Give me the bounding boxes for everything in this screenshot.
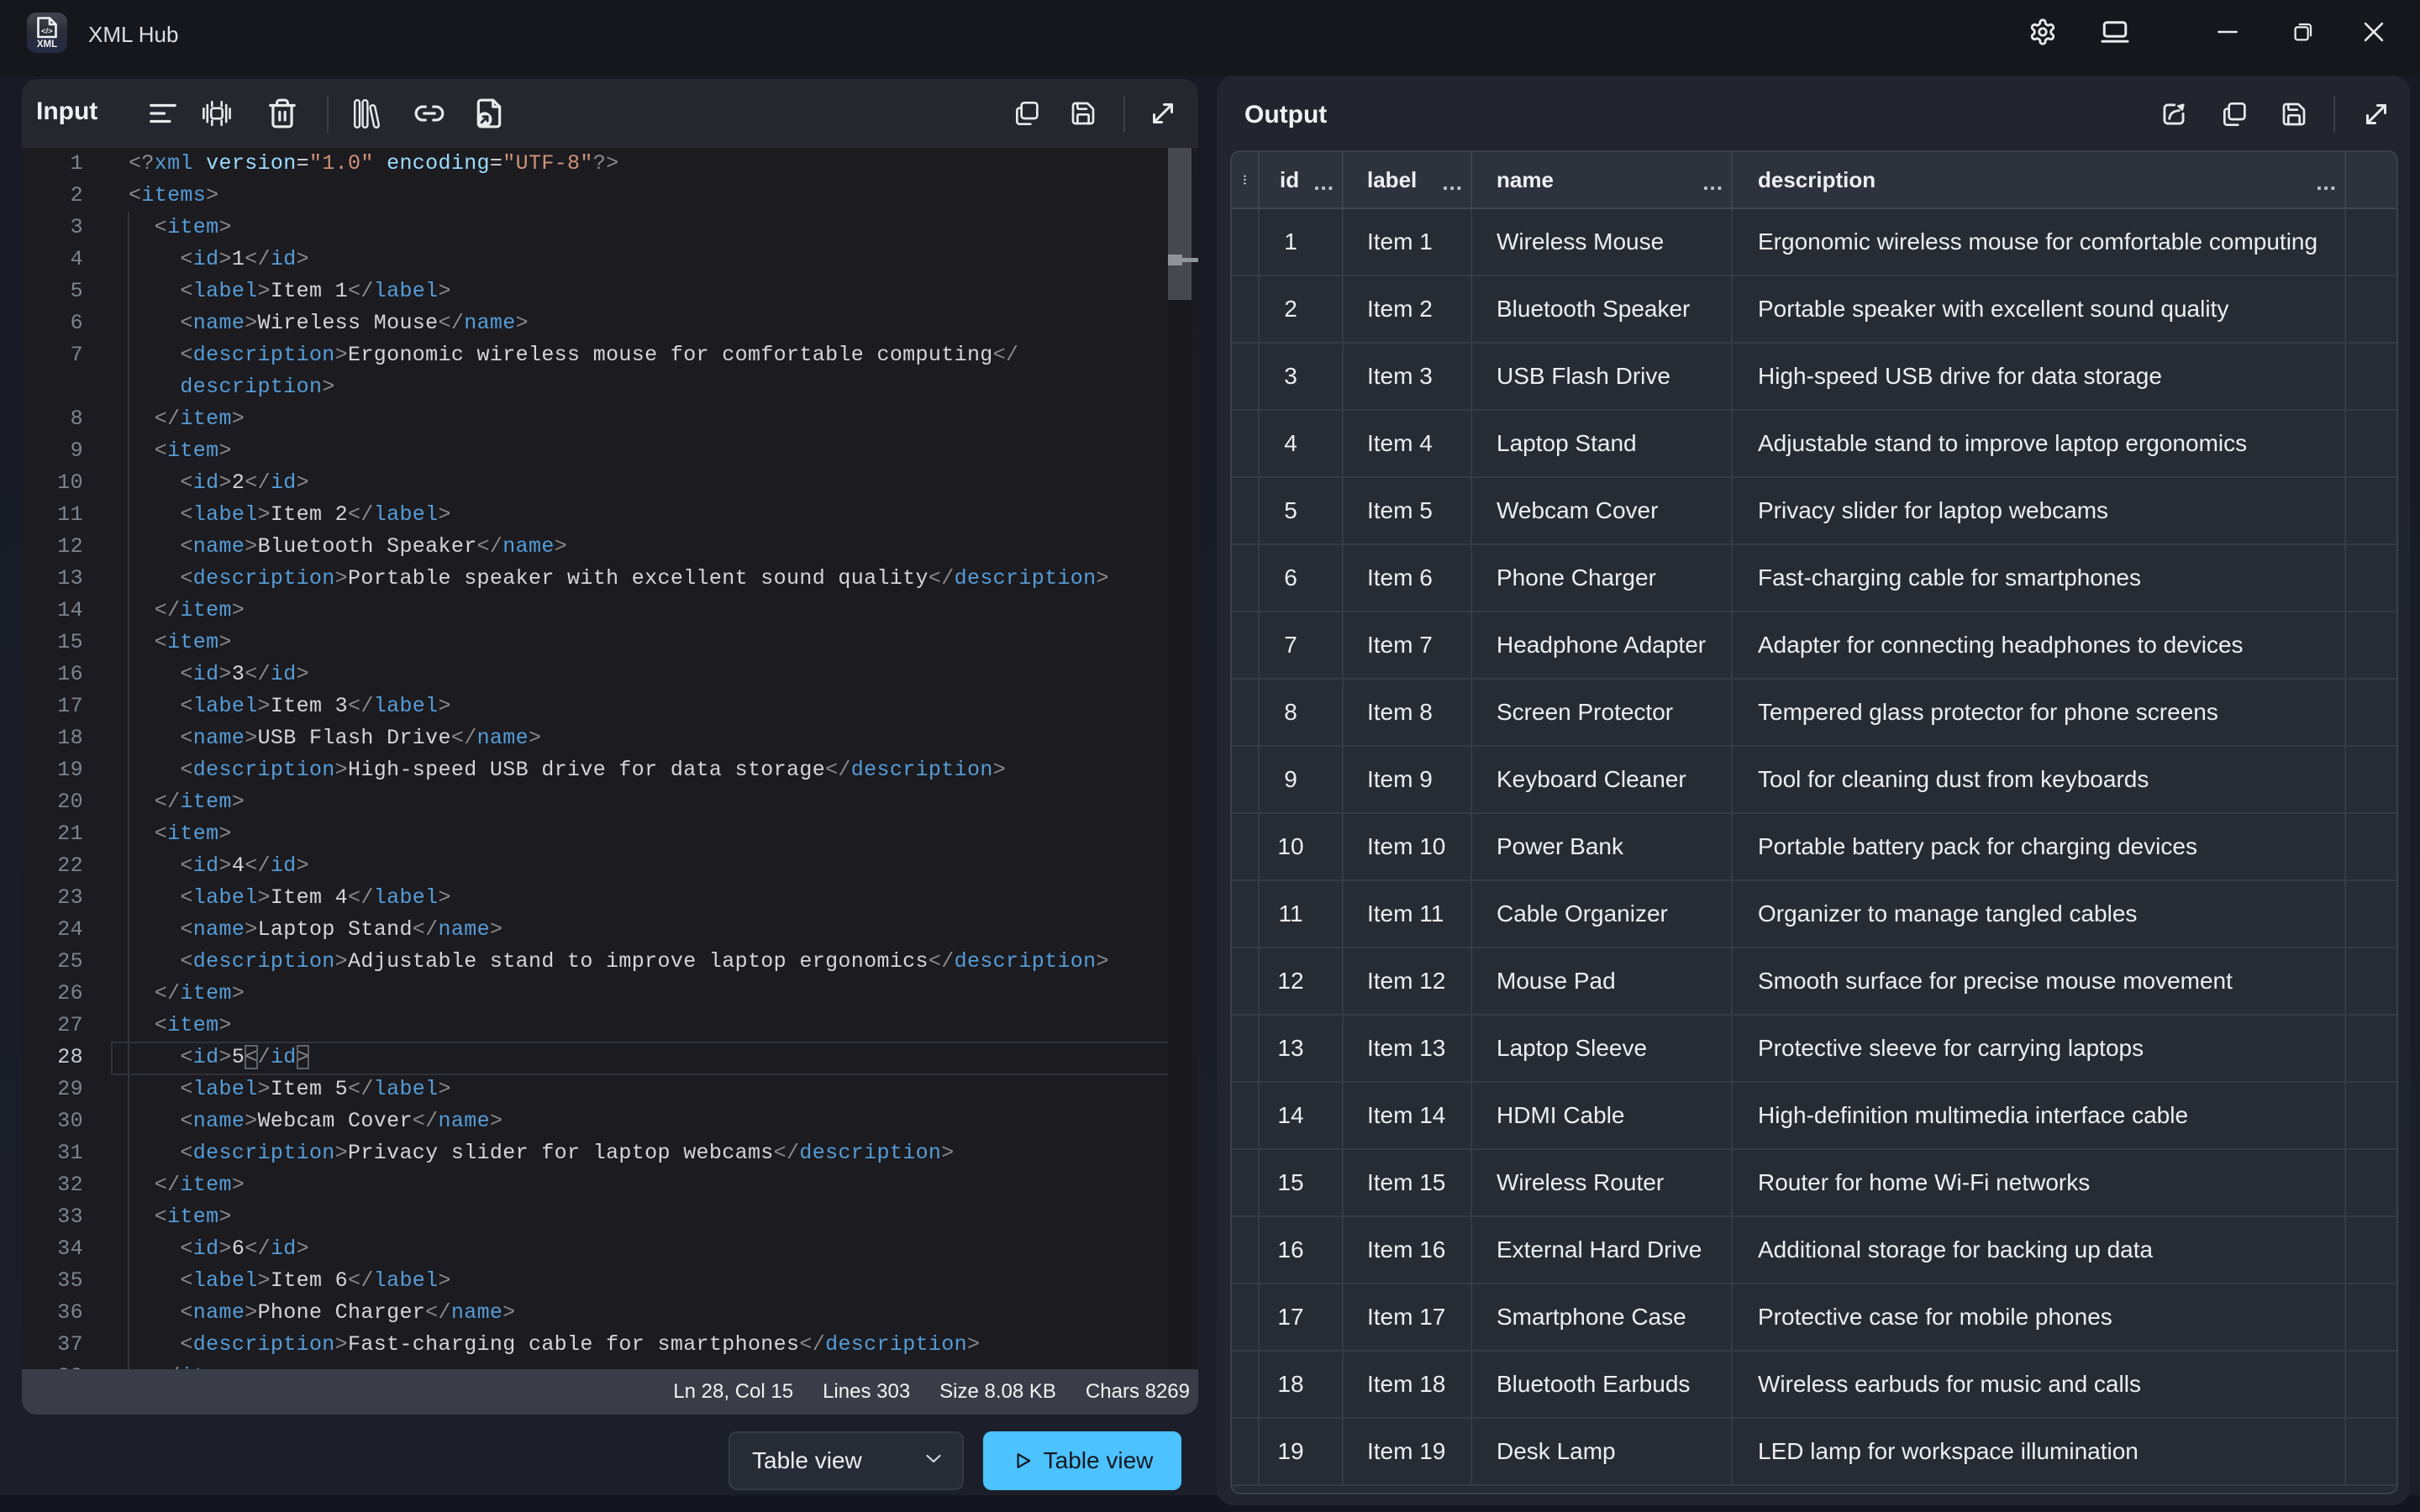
svg-text:</>: </> [41,26,53,35]
svg-text:XML: XML [37,39,57,50]
